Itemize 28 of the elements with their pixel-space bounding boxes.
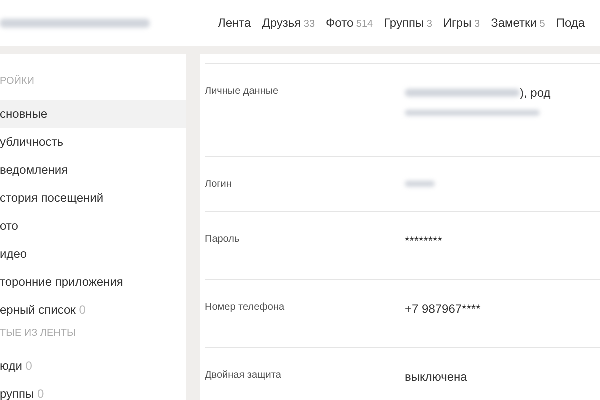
field-label: Пароль [205,233,241,247]
field-label: Номер телефона [205,301,286,315]
nav-link[interactable]: Друзья 33 [262,14,316,32]
field-value: выключена [405,369,468,386]
nav-link[interactable]: Заметки 5 [491,14,546,32]
nav-link[interactable]: Лента [218,14,252,32]
sidebar-item[interactable]: стория посещений [0,184,186,212]
sidebar-item[interactable]: торонние приложения [0,268,186,296]
nav-link[interactable]: Пода [556,14,586,32]
section-title: ТЫЕ ИЗ ЛЕНТЫ [0,327,77,341]
sidebar-item[interactable]: убличность [0,128,186,156]
nav-link[interactable]: Фото 514 [326,14,374,32]
sidebar-item[interactable]: ото [0,212,186,240]
field-label: Двойная защита [205,369,282,383]
field-value: ), род [520,85,551,102]
sidebar-item[interactable]: ерный список 0 [0,296,186,324]
blurred-text [405,181,435,187]
field-value: +7 987967**** [405,301,481,318]
field-label: Логин [205,178,233,192]
section-title: РОЙКИ [0,74,36,89]
nav-link[interactable]: Игры 3 [443,14,480,32]
nav-link[interactable]: Группы 3 [384,14,432,32]
field-value: ******** [405,233,442,250]
sidebar-item[interactable]: сновные [0,100,186,128]
field-label: Личные данные [205,85,280,99]
sidebar-item[interactable]: идео [0,240,186,268]
sidebar-item[interactable]: ведомления [0,156,186,184]
sidebar-item[interactable]: юди 0 [0,352,186,380]
